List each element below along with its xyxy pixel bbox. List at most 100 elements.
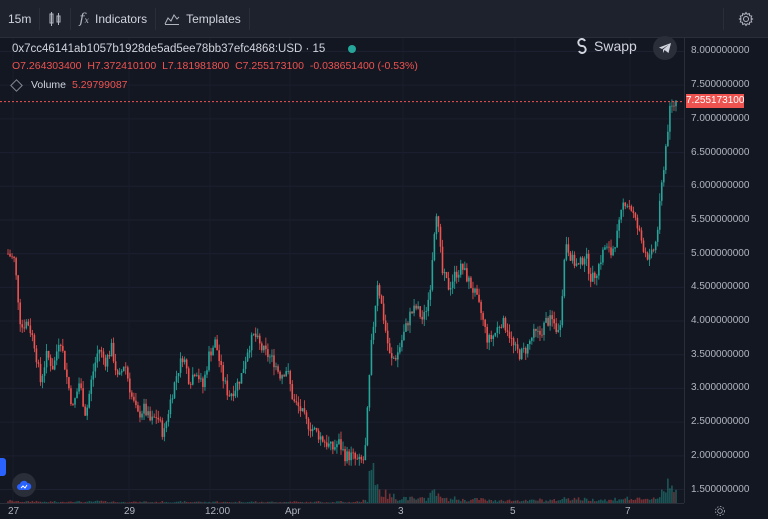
candle-body — [82, 388, 84, 407]
candle-body — [510, 338, 513, 339]
candle-body — [486, 326, 488, 343]
candle-body — [500, 326, 503, 328]
candle-body — [529, 340, 531, 345]
candle-body — [504, 317, 507, 331]
volume-bar — [660, 489, 663, 503]
telegram-button[interactable] — [653, 36, 677, 60]
candle-body — [395, 357, 397, 360]
candle-body — [342, 449, 344, 450]
candle-body — [25, 321, 28, 329]
chart-legend: 0x7cc46141ab1057b1928de5ad5ee78bb37efc48… — [12, 43, 357, 55]
candle-body — [23, 327, 26, 329]
candle-body — [141, 413, 143, 418]
candle-body — [557, 329, 560, 332]
candle-body — [581, 257, 584, 265]
swapp-brand[interactable]: Swapp — [576, 38, 637, 54]
candle-body — [496, 327, 499, 333]
candle-body — [608, 246, 610, 248]
candle-body — [665, 146, 667, 171]
candle-body — [155, 417, 158, 418]
volume-bar — [669, 488, 671, 503]
candle-body — [313, 427, 316, 429]
candle-body — [325, 442, 328, 447]
candle-body — [551, 315, 553, 320]
templates-button[interactable]: Templates — [156, 0, 249, 38]
candle-body — [338, 439, 340, 445]
volume-value: 5.29799087 — [72, 79, 128, 91]
candle-body — [147, 411, 149, 416]
candle-body — [94, 362, 97, 372]
high-value: H7.372410100 — [87, 60, 157, 72]
candle-body — [652, 249, 655, 251]
left-panel-toggle[interactable] — [0, 458, 6, 476]
settings-button[interactable] — [724, 0, 768, 38]
candle-body — [429, 289, 432, 300]
candle-body — [159, 419, 162, 421]
candle-body — [230, 393, 233, 397]
symbol-title[interactable]: 0x7cc46141ab1057b1928de5ad5ee78bb37efc48… — [12, 43, 325, 55]
volume-bar — [673, 492, 675, 503]
candlestick-chart[interactable] — [0, 38, 684, 503]
open-value: O7.264303400 — [12, 60, 82, 72]
time-tick-label: 12:00 — [205, 506, 231, 517]
chart-pane[interactable] — [0, 38, 684, 503]
gear-icon[interactable] — [714, 505, 726, 517]
candle-body — [11, 256, 13, 258]
candle-body — [376, 285, 379, 306]
fx-icon: fx — [79, 10, 90, 27]
cloud-button[interactable] — [12, 473, 36, 497]
interval-button[interactable]: 15m — [0, 0, 39, 38]
candle-body — [157, 417, 160, 420]
candle-body — [498, 326, 501, 328]
candle-body — [260, 343, 263, 351]
candle-body — [35, 348, 38, 363]
candle-body — [640, 230, 643, 241]
candle-body — [285, 371, 287, 377]
candle-body — [344, 449, 346, 462]
candle-body — [279, 371, 281, 379]
visibility-icon[interactable] — [10, 78, 23, 92]
candle-body — [232, 393, 235, 397]
candle-body — [596, 275, 598, 279]
change-value: -0.038651400 (-0.53%) — [309, 60, 418, 72]
candle-body — [535, 328, 537, 331]
candle-body — [7, 253, 9, 255]
candle-body — [265, 345, 267, 350]
candle-body — [167, 414, 170, 422]
close-value: C7.255173100 — [235, 60, 304, 72]
candle-body — [214, 339, 216, 348]
price-tick-label: 1.500000000 — [691, 483, 750, 495]
candle-body — [236, 381, 239, 391]
candle-body — [200, 378, 202, 380]
candle-body — [29, 325, 32, 334]
candle-body — [346, 451, 348, 462]
volume-bar — [374, 485, 377, 503]
volume-bar — [437, 493, 440, 503]
candle-body — [411, 311, 413, 314]
candle-body — [466, 268, 468, 282]
candle-body — [583, 258, 586, 265]
candle-body — [614, 247, 616, 249]
candle-body — [474, 288, 476, 293]
toolbar-divider — [248, 7, 250, 30]
candle-body — [480, 301, 482, 314]
candle-body — [413, 305, 415, 314]
candle-body — [143, 403, 145, 414]
candle-body — [352, 452, 354, 454]
candle-body — [137, 405, 139, 412]
candle-body — [531, 337, 533, 341]
indicators-button[interactable]: fx Indicators — [71, 0, 155, 38]
candle-body — [368, 374, 371, 408]
candle-body — [577, 263, 580, 265]
candle-body — [271, 355, 273, 357]
time-axis[interactable]: 27 29 12:00 Apr 3 5 7 — [0, 503, 684, 519]
volume-legend[interactable]: Volume 5.29799087 — [10, 78, 128, 92]
candle-body — [323, 441, 326, 443]
chart-type-button[interactable] — [40, 0, 70, 38]
candle-body — [246, 352, 249, 362]
candle-body — [297, 402, 300, 407]
candle-body — [198, 375, 200, 380]
candle-body — [258, 335, 261, 344]
candle-body — [153, 416, 155, 418]
price-tick-label: 7.000000000 — [691, 112, 750, 124]
